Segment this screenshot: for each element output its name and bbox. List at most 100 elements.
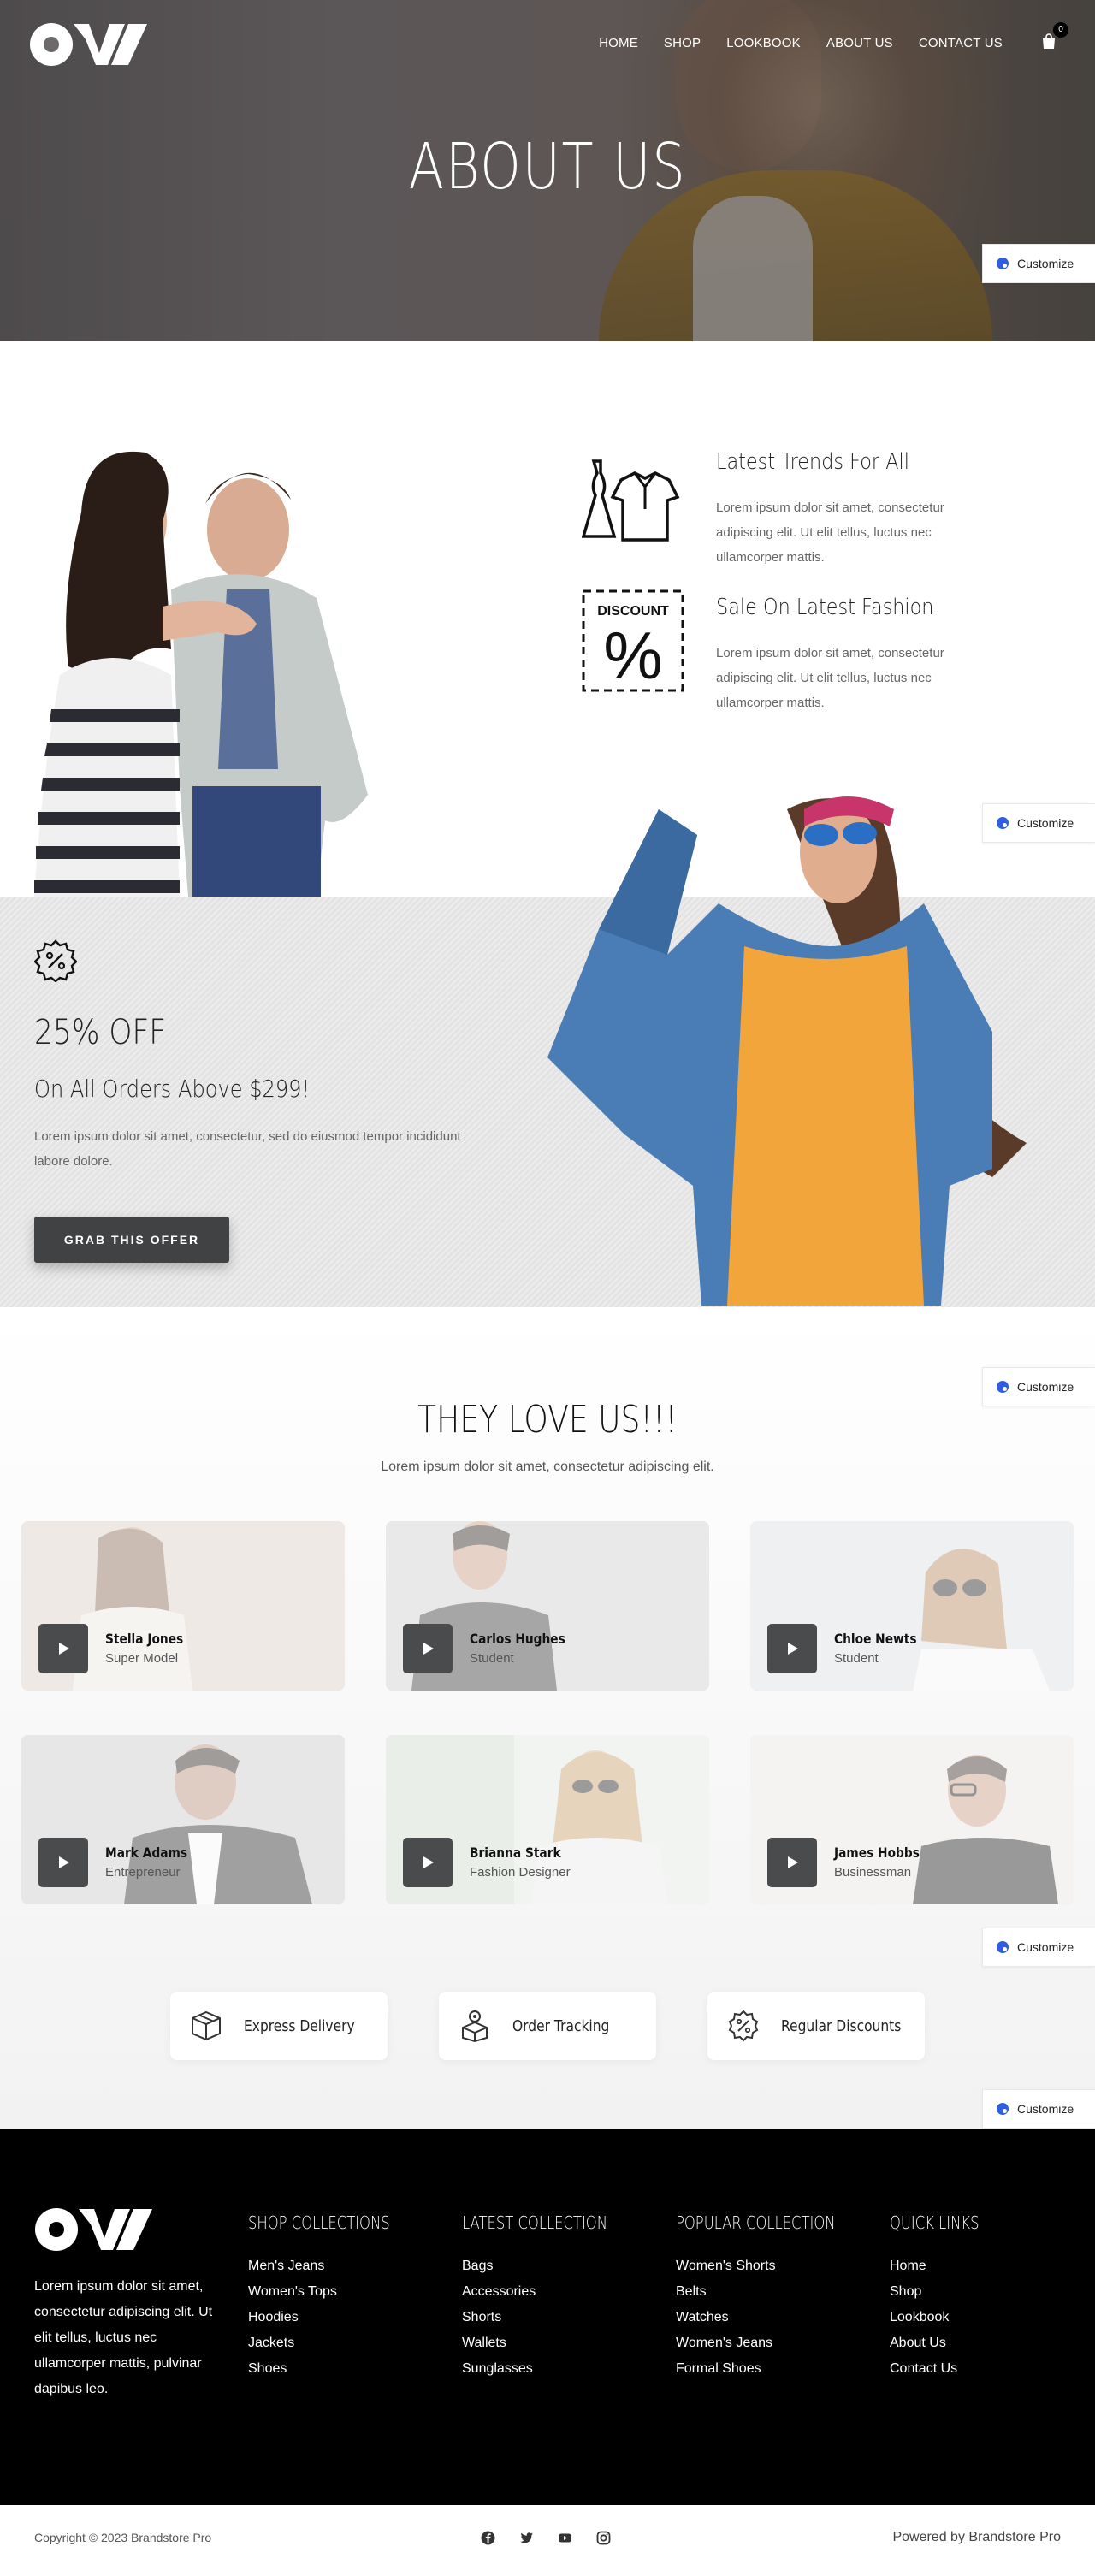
play-icon (788, 1643, 798, 1655)
footer-link[interactable]: Women's Tops (248, 2279, 453, 2305)
person-name: Chloe Newts (834, 1631, 917, 1647)
play-button[interactable] (403, 1624, 453, 1673)
customize-label: Customize (1017, 1380, 1074, 1394)
nav-contact-us[interactable]: CONTACT US (919, 36, 1003, 50)
palette-icon (997, 2103, 1009, 2115)
customize-label: Customize (1017, 2102, 1074, 2116)
powered-by-text: Powered by Brandstore Pro (892, 2530, 1061, 2544)
customize-label: Customize (1017, 257, 1074, 270)
customize-button[interactable]: Customize (982, 1367, 1095, 1406)
play-button[interactable] (767, 1838, 817, 1887)
footer-column-title: LATEST COLLECTION (462, 2212, 607, 2233)
customize-button[interactable]: Customize (982, 1928, 1095, 1967)
footer-link[interactable]: Bags (462, 2253, 667, 2279)
footer-column-latest-collection: LATEST COLLECTION Bags Accessories Short… (462, 2212, 667, 2382)
customize-label: Customize (1017, 1940, 1074, 1954)
footer-link[interactable]: Shop (890, 2279, 1061, 2305)
nav-shop[interactable]: SHOP (664, 36, 701, 50)
testimonial-card: Chloe Newts Student (750, 1521, 1074, 1691)
feature-title: Latest Trends For All (716, 449, 909, 475)
footer-link[interactable]: Home (890, 2253, 1061, 2279)
footer-link[interactable]: Sunglasses (462, 2356, 667, 2382)
footer-link[interactable]: Accessories (462, 2279, 667, 2305)
play-icon (423, 1856, 434, 1868)
person-name: Stella Jones (105, 1631, 184, 1647)
discount-icon: DISCOUNT % (582, 589, 684, 692)
service-order-tracking: Order Tracking (439, 1992, 656, 2060)
footer-link[interactable]: Jackets (248, 2330, 453, 2356)
nav-home[interactable]: HOME (599, 36, 638, 50)
footer-logo[interactable] (34, 2207, 154, 2252)
person-name: Brianna Stark (470, 1845, 561, 1861)
footer-link[interactable]: Hoodies (248, 2305, 453, 2330)
person-name: James Hobbs (834, 1845, 920, 1861)
play-button[interactable] (38, 1838, 88, 1887)
customize-label: Customize (1017, 816, 1074, 830)
testimonials-section: Customize THEY LOVE US!!! Lorem ipsum do… (0, 1307, 1095, 2129)
facebook-icon[interactable] (481, 2531, 495, 2545)
person-role: Businessman (834, 1865, 912, 1880)
site-logo[interactable] (29, 22, 149, 67)
svg-text:%: % (603, 618, 662, 692)
person-role: Student (834, 1651, 879, 1666)
person-name: Mark Adams (105, 1845, 188, 1861)
footer-column-title: POPULAR COLLECTION (676, 2212, 836, 2233)
footer-link[interactable]: Wallets (462, 2330, 667, 2356)
main-nav: HOME SHOP LOOKBOOK ABOUT US CONTACT US (599, 36, 1003, 50)
footer-link[interactable]: Watches (676, 2305, 881, 2330)
offer-text: Lorem ipsum dolor sit amet, consectetur,… (34, 1129, 461, 1169)
play-button[interactable] (403, 1838, 453, 1887)
person-role: Fashion Designer (470, 1865, 571, 1880)
palette-icon (997, 817, 1009, 829)
play-button[interactable] (38, 1624, 88, 1673)
customize-button[interactable]: Customize (982, 803, 1095, 843)
footer-link[interactable]: Formal Shoes (676, 2356, 881, 2382)
testimonial-card: Brianna Stark Fashion Designer (386, 1735, 709, 1904)
footer-column-title: QUICK LINKS (890, 2212, 980, 2233)
service-regular-discounts: Regular Discounts (707, 1992, 925, 2060)
play-button[interactable] (767, 1624, 817, 1673)
person-name: Carlos Hughes (470, 1631, 565, 1647)
svg-text:DISCOUNT: DISCOUNT (597, 604, 669, 619)
footer-link[interactable]: Women's Jeans (676, 2330, 881, 2356)
customize-button[interactable]: Customize (982, 244, 1095, 283)
offer-section: 25% OFF On All Orders Above $299! Lorem … (0, 796, 1095, 1307)
person-role: Student (470, 1651, 514, 1666)
youtube-icon[interactable] (558, 2531, 572, 2545)
footer-column-title: SHOP COLLECTIONS (248, 2212, 390, 2233)
footer-link[interactable]: Lookbook (890, 2305, 1061, 2330)
bottom-bar: Copyright © 2023 Brandstore Pro Powered … (0, 2505, 1095, 2575)
footer-column-quick-links: QUICK LINKS Home Shop Lookbook About Us … (890, 2212, 1061, 2382)
footer-column-popular-collection: POPULAR COLLECTION Women's Shorts Belts … (676, 2212, 881, 2382)
footer-link[interactable]: Women's Shorts (676, 2253, 881, 2279)
instagram-icon[interactable] (596, 2531, 611, 2545)
play-icon (788, 1856, 798, 1868)
social-links (481, 2531, 611, 2545)
service-label: Express Delivery (244, 2016, 355, 2035)
nav-about-us[interactable]: ABOUT US (826, 36, 893, 50)
nav-lookbook[interactable]: LOOKBOOK (726, 36, 801, 50)
footer-link[interactable]: About Us (890, 2330, 1061, 2356)
customize-button[interactable]: Customize (982, 2089, 1095, 2129)
couple-photo (34, 451, 368, 897)
twitter-icon[interactable] (519, 2531, 534, 2545)
service-label: Order Tracking (512, 2016, 610, 2035)
palette-icon (997, 1381, 1009, 1393)
testimonial-card: Mark Adams Entrepreneur (21, 1735, 345, 1904)
hero-banner: HOME SHOP LOOKBOOK ABOUT US CONTACT US 0… (0, 0, 1095, 341)
person-role: Super Model (105, 1651, 179, 1666)
discount-badge-icon (34, 939, 77, 982)
offer-headline: 25% OFF (34, 1013, 167, 1052)
footer-link[interactable]: Men's Jeans (248, 2253, 453, 2279)
grab-offer-button[interactable]: GRAB THIS OFFER (34, 1217, 229, 1263)
service-express-delivery: Express Delivery (170, 1992, 388, 2060)
cart-count-badge: 0 (1053, 22, 1068, 38)
footer-link[interactable]: Shoes (248, 2356, 453, 2382)
footer-link[interactable]: Shorts (462, 2305, 667, 2330)
person-role: Entrepreneur (105, 1865, 181, 1880)
footer-link[interactable]: Belts (676, 2279, 881, 2305)
feature-text: Lorem ipsum dolor sit amet, consectetur … (716, 646, 944, 710)
footer-column-shop-collections: SHOP COLLECTIONS Men's Jeans Women's Top… (248, 2212, 453, 2382)
footer: Lorem ipsum dolor sit amet, consectetur … (0, 2129, 1095, 2505)
footer-link[interactable]: Contact Us (890, 2356, 1061, 2382)
